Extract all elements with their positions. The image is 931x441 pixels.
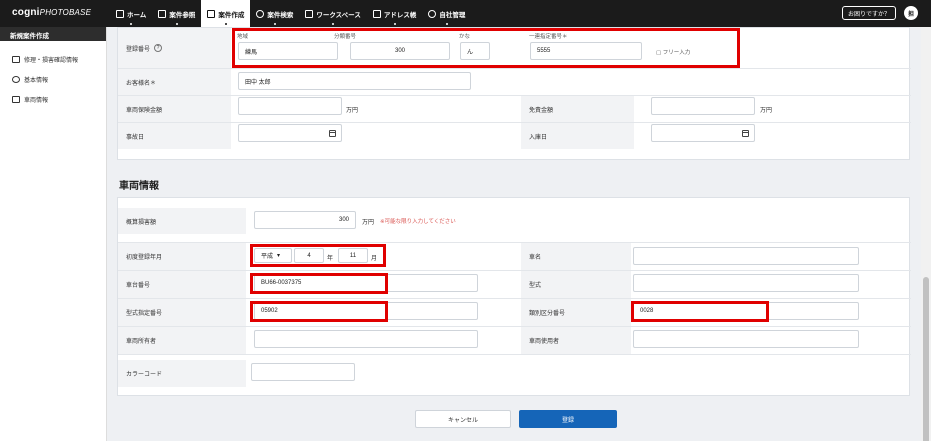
deductible-input[interactable]: [651, 97, 755, 115]
vehicle-user-input[interactable]: [633, 330, 859, 348]
vehicle-info-card: 概算損害額 300 万円 ※可能な限り入力してください 初度登録年月 平成 ▾ 4…: [117, 197, 911, 396]
main-nav: ホーム 案件参照 案件作成 案件検索 ワークスペース アドレス帳 自社管理: [110, 0, 471, 27]
deductible-unit: 万円: [760, 108, 773, 114]
sidebar-item-vehicle-info[interactable]: 車両情報: [0, 89, 106, 109]
insurance-amount-input[interactable]: [238, 97, 342, 115]
highlight-registration: [232, 28, 740, 68]
nav-case-reference[interactable]: 案件参照: [152, 0, 201, 27]
color-code-input[interactable]: [251, 363, 355, 381]
nav-company-management[interactable]: 自社管理: [422, 0, 471, 27]
avatar[interactable]: 担: [904, 6, 918, 20]
car-name-label: 車名: [521, 243, 631, 270]
vehicle-section-title: 車両情報: [119, 181, 159, 192]
highlight-first-registration: [250, 244, 386, 267]
highlight-chassis-number: [250, 273, 388, 294]
first-registration-label: 初度登録年月: [118, 243, 246, 270]
grid-icon: [116, 9, 124, 18]
main-content: 登録番号? 地域 練馬 分類番号 300 かな ん 一連指定番号＊ 5555 ▢…: [107, 27, 921, 441]
model-input[interactable]: [633, 274, 859, 292]
building-icon: [12, 55, 20, 63]
sidebar-item-repair-info[interactable]: 修理・損害確認情報: [0, 49, 106, 69]
app-logo[interactable]: cogniPHOTOBASE: [12, 7, 91, 18]
estimate-damage-input[interactable]: 300: [254, 211, 356, 229]
category-number-label: 類別区分番号: [521, 299, 631, 326]
entry-date-input[interactable]: [651, 124, 755, 142]
accident-date-label: 事故日: [118, 123, 231, 149]
customer-name-input[interactable]: 田中 太郎: [238, 72, 471, 90]
nav-case-search[interactable]: 案件検索: [250, 0, 299, 27]
help-button[interactable]: お困りですか？: [842, 6, 896, 20]
model-label: 型式: [521, 271, 631, 298]
sidebar-item-basic-info[interactable]: 基本情報: [0, 69, 106, 89]
image-plus-icon: [207, 9, 216, 18]
workspace-icon: [305, 9, 314, 18]
basic-info-card: 登録番号? 地域 練馬 分類番号 300 かな ん 一連指定番号＊ 5555 ▢…: [117, 27, 911, 160]
submit-button[interactable]: 登録: [519, 410, 617, 428]
calendar-icon[interactable]: [742, 130, 749, 137]
highlight-category-number: [631, 301, 769, 322]
deductible-label: 免責金額: [521, 96, 634, 122]
sidebar-title: 新規案件作成: [0, 27, 106, 41]
model-designation-label: 型式指定番号: [118, 299, 246, 326]
search-icon: [256, 9, 265, 18]
chassis-number-label: 車台番号: [118, 271, 246, 298]
help-circle-icon[interactable]: ?: [154, 44, 163, 52]
vehicle-owner-label: 車両所有者: [118, 327, 246, 354]
insurance-amount-label: 車両保険金額: [118, 96, 231, 122]
estimate-unit: 万円: [362, 220, 375, 226]
address-book-icon: [372, 9, 381, 18]
nav-workspace[interactable]: ワークスペース: [299, 0, 367, 27]
page-scrollbar[interactable]: [921, 27, 931, 441]
scrollbar-thumb[interactable]: [923, 277, 929, 441]
accident-date-input[interactable]: [238, 124, 342, 142]
cancel-button[interactable]: キャンセル: [415, 410, 511, 428]
sidebar: 新規案件作成 修理・損害確認情報 基本情報 車両情報: [0, 27, 107, 441]
nav-home[interactable]: ホーム: [110, 0, 152, 27]
color-code-label: カラーコード: [118, 360, 246, 387]
nav-case-create[interactable]: 案件作成: [201, 0, 251, 27]
vehicle-owner-input[interactable]: [254, 330, 478, 348]
car-icon: [12, 95, 20, 103]
entry-date-label: 入庫日: [521, 123, 634, 149]
highlight-model-designation: [250, 301, 388, 322]
document-icon: [158, 9, 167, 18]
gear-icon: [428, 9, 437, 18]
insurance-unit: 万円: [346, 108, 359, 114]
estimate-damage-label: 概算損害額: [118, 208, 246, 234]
car-name-input[interactable]: [633, 247, 859, 265]
estimate-note: ※可能な限り入力してください: [380, 219, 456, 225]
customer-name-label: お客様名＊: [118, 69, 231, 95]
nav-address-book[interactable]: アドレス帳: [367, 0, 423, 27]
registration-number-label: 登録番号?: [118, 28, 231, 68]
info-icon: [12, 75, 20, 83]
vehicle-user-label: 車両使用者: [521, 327, 631, 354]
top-navigation-bar: cogniPHOTOBASE ホーム 案件参照 案件作成 案件検索 ワークスペー…: [0, 0, 931, 27]
calendar-icon[interactable]: [329, 130, 336, 137]
